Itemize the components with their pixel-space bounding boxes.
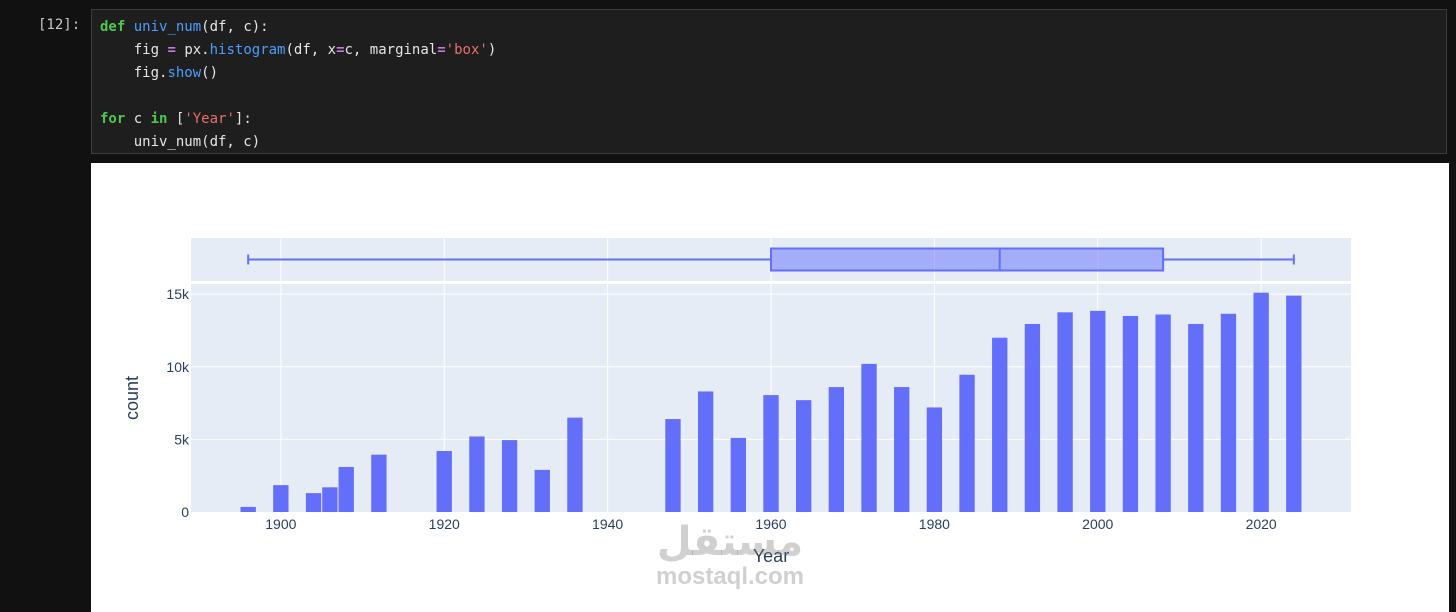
histogram-bar[interactable] [992, 337, 1008, 512]
keyword-for: for [100, 111, 126, 127]
code-line-6: univ_num(df, c) [100, 131, 496, 154]
histogram-bar[interactable] [1253, 292, 1269, 512]
histogram-bar[interactable] [959, 374, 975, 512]
x-tick-label: 1980 [919, 516, 950, 532]
function-name: univ_num [133, 19, 202, 35]
histogram-bar[interactable] [534, 469, 550, 512]
var-fig: fig. [133, 65, 168, 81]
histogram-bar[interactable] [861, 363, 877, 512]
output-area: 1900 1920 1940 1960 1980 2000 2020 0 5k 10k 15k Y… [91, 163, 1449, 612]
box-iqr[interactable] [770, 247, 1165, 272]
y-tick-label: 0 [181, 504, 189, 520]
x-tick-label: 1900 [265, 516, 296, 532]
module-px: px. [184, 42, 210, 58]
histogram-bar[interactable] [305, 493, 322, 512]
histogram-bar[interactable] [501, 440, 518, 512]
histogram-bar[interactable] [436, 451, 452, 512]
code-line-5: for c in ['Year']: [100, 108, 496, 131]
histogram-bar[interactable] [796, 400, 812, 512]
histogram-bar[interactable] [926, 407, 943, 512]
kwarg-operator: = [336, 42, 345, 58]
call-show: show [167, 65, 202, 81]
y-tick-label: 10k [166, 359, 190, 375]
code-line-1: def univ_num(df, c): [100, 16, 496, 39]
histogram-bar[interactable] [1057, 312, 1073, 512]
y-axis-ticks: 0 5k 10k 15k [166, 286, 190, 520]
histogram-bar[interactable] [1220, 313, 1237, 512]
histogram-bar[interactable] [371, 454, 387, 512]
string-box: 'box' [445, 42, 488, 58]
histogram-bar[interactable] [322, 487, 338, 512]
histogram-figure[interactable]: 1900 1920 1940 1960 1980 2000 2020 0 5k 10k 15k Y… [91, 163, 1449, 612]
code-line-2: fig = px.histogram(df, x=c, marginal='bo… [100, 39, 497, 62]
colon: : [243, 111, 252, 127]
call-histogram: histogram [209, 42, 286, 58]
histogram-bar[interactable] [1024, 323, 1041, 512]
arg-c-marginal: c, marginal [344, 42, 438, 58]
y-tick-label: 5k [174, 431, 190, 447]
var-fig: fig [133, 42, 160, 58]
arg-df-x: (df, x [285, 42, 337, 58]
y-tick-label: 15k [166, 286, 190, 302]
histogram-bar[interactable] [894, 387, 910, 512]
kwarg-operator: = [437, 42, 446, 58]
x-tick-label: 2000 [1082, 516, 1113, 532]
x-axis-ticks: 1900 1920 1940 1960 1980 2000 2020 [265, 516, 1277, 532]
histogram-bar[interactable] [273, 485, 289, 512]
histogram-bar[interactable] [763, 395, 779, 512]
x-tick-label: 1940 [592, 516, 623, 532]
code-cell[interactable]: def univ_num(df, c): fig = px.histogram(… [91, 9, 1447, 154]
x-tick-label: 1920 [429, 516, 460, 532]
code-line-3: fig.show() [100, 62, 496, 85]
string-year: 'Year' [184, 111, 235, 127]
assign-operator: = [167, 42, 176, 58]
x-tick-label: 1960 [755, 516, 786, 532]
keyword-def: def [100, 19, 126, 35]
histogram-bar[interactable] [338, 466, 354, 512]
x-tick-label: 2020 [1246, 516, 1277, 532]
parens: () [201, 65, 219, 81]
y-axis-title: count [122, 376, 142, 420]
histogram-bar[interactable] [240, 506, 256, 512]
keyword-in: in [150, 111, 168, 127]
histogram-bar[interactable] [1090, 310, 1106, 512]
code-editor[interactable]: def univ_num(df, c): fig = px.histogram(… [100, 16, 496, 154]
histogram-bar[interactable] [665, 419, 681, 512]
close-paren: ) [487, 42, 497, 58]
histogram-bar[interactable] [567, 417, 583, 512]
cell-prompt: [12]: [38, 17, 81, 33]
histogram-bar[interactable] [730, 437, 746, 512]
histogram-bar[interactable] [1188, 323, 1204, 512]
function-args: (df, c): [201, 19, 269, 35]
histogram-bar[interactable] [469, 436, 485, 512]
histogram-bar[interactable] [1286, 295, 1302, 512]
x-axis-title: Year [753, 546, 789, 566]
call-univ-num: univ_num(df, c) [133, 134, 261, 150]
histogram-bar[interactable] [1122, 315, 1139, 512]
loop-var: c [125, 111, 151, 127]
histogram-bar[interactable] [1155, 314, 1171, 512]
histogram-bar[interactable] [828, 387, 845, 512]
histogram-bar[interactable] [697, 391, 714, 512]
